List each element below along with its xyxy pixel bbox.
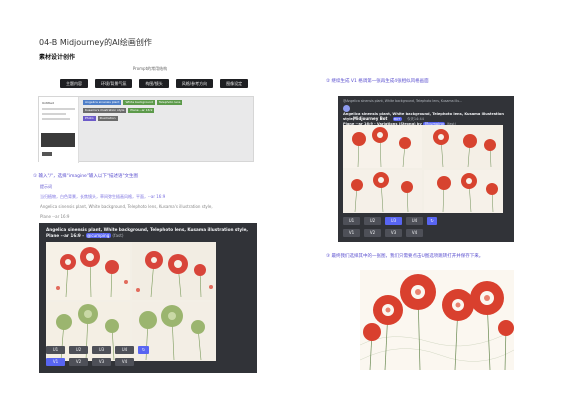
step-1-heading: ① 输入"/"，选择"imagine"输入以下"描述语"文生图 xyxy=(33,174,139,179)
variation-grid-illustration xyxy=(343,125,503,213)
upscale-button-u2[interactable]: U2 xyxy=(69,346,88,354)
chip-environment: 环境/背景气氛 xyxy=(95,79,133,88)
variation-button-v2[interactable]: V2 xyxy=(364,229,381,237)
upscale-button-u4[interactable]: U4 xyxy=(115,346,134,354)
chip-composition: 构图/镜头 xyxy=(139,79,169,88)
upscale-button-u4[interactable]: U4 xyxy=(406,217,423,225)
prompt-structure-chips: 主题内容 环境/背景气氛 构图/镜头 风格/参考方向 图像设定 xyxy=(60,79,249,88)
mini-tag[interactable]: Kusama's illustration style xyxy=(83,108,127,113)
variation-image-grid[interactable] xyxy=(343,125,503,213)
mini-sidebar-title: Untitled xyxy=(42,101,54,105)
document-page: 04-B Midjourney的AI绘画创作 素材设计创作 Prompt的常用结… xyxy=(0,0,580,406)
user-mention[interactable]: @cumping xyxy=(85,232,111,238)
prompt-english-2: Plane --ar 16:9 xyxy=(40,214,70,219)
mini-line xyxy=(42,108,75,110)
mini-tag[interactable]: Plane --ar 16:9 xyxy=(128,108,155,113)
step-3-heading: ③ 最终我们选择其中的一张图，我们只需要点击U图选项跳转打开并保存下来。 xyxy=(326,254,484,259)
chip-subject: 主题内容 xyxy=(60,79,88,88)
angelica-grid-illustration xyxy=(46,242,216,361)
mini-output-box xyxy=(41,133,75,147)
mini-tag[interactable]: Photo xyxy=(83,116,96,121)
variation-button-v4[interactable]: V4 xyxy=(406,229,423,237)
reroll-button[interactable]: ↻ xyxy=(427,217,437,225)
prompt-english-1: Angelica sinensis plant, White backgroun… xyxy=(40,204,213,209)
prompt-label: 提示词 xyxy=(40,184,52,189)
mini-tag[interactable]: White background xyxy=(123,100,155,105)
midjourney-variation-message: @Angelica sinensis plant, White backgrou… xyxy=(338,96,514,242)
upscale-button-u3[interactable]: U3 xyxy=(385,217,402,225)
prompt-text-block: 提示词 当归植物，白色背景，长焦镜头，草间弥生插画风格，平面，--ar 16:9… xyxy=(40,182,213,222)
variation-button-v3[interactable]: V3 xyxy=(92,358,111,366)
variation-button-v2[interactable]: V2 xyxy=(69,358,88,366)
variation-prompt-line-1: Angelica sinensis plant, White backgroun… xyxy=(343,112,504,121)
mini-tag[interactable]: Telephoto lens xyxy=(156,100,183,105)
upscale-button-u2[interactable]: U2 xyxy=(364,217,381,225)
page-title: 04-B Midjourney的AI绘画创作 xyxy=(39,38,152,47)
step-2-heading: ② 继续生成 V1 格调第一张再生成4张相似风格画面 xyxy=(326,79,429,84)
variation-button-v1[interactable]: V1 xyxy=(343,229,360,237)
mini-tag[interactable]: Angelica sinensis plant xyxy=(83,100,122,105)
variation-button-v3[interactable]: V3 xyxy=(385,229,402,237)
bot-avatar[interactable] xyxy=(343,105,350,112)
variation-button-v1[interactable]: V1 xyxy=(46,358,65,366)
upscale-button-u1[interactable]: U1 xyxy=(46,346,65,354)
mini-sidebar: Untitled xyxy=(39,97,79,163)
fast-mode-label: (fast) xyxy=(112,232,124,238)
mini-line xyxy=(42,118,70,120)
final-upscaled-image xyxy=(360,270,514,370)
prompt-tool-screenshot: Untitled Angelica sinensis plant White b… xyxy=(38,96,254,163)
midjourney-message-grid: Angelica sinensis plant, White backgroun… xyxy=(39,223,257,373)
mini-copy-button[interactable] xyxy=(42,152,52,156)
section-subtitle: 素材设计创作 xyxy=(39,54,76,61)
chip-style: 风格/参考方向 xyxy=(175,79,214,88)
final-angelica-illustration xyxy=(360,274,514,370)
upscale-button-u1[interactable]: U1 xyxy=(343,217,360,225)
mini-tag-area: Angelica sinensis plant White background… xyxy=(83,100,253,124)
message-prompt-line-2: Plane --ar 16:9 - xyxy=(46,232,85,238)
variation-button-v4[interactable]: V4 xyxy=(115,358,134,366)
mini-tag[interactable]: Illustration xyxy=(97,116,118,121)
prompt-structure-caption: Prompt的常用结构 xyxy=(132,66,168,71)
upscale-button-u3[interactable]: U3 xyxy=(92,346,111,354)
mini-line xyxy=(42,113,66,115)
prompt-chinese: 当归植物，白色背景，长焦镜头，草间弥生插画风格，平面，--ar 16:9 xyxy=(40,194,166,199)
generated-image-grid[interactable] xyxy=(46,242,216,361)
chip-image-settings: 图像设定 xyxy=(220,79,249,88)
reroll-button[interactable]: ↻ xyxy=(138,346,149,354)
reply-reference[interactable]: @Angelica sinensis plant, White backgrou… xyxy=(343,99,511,103)
message-prompt: Angelica sinensis plant, White backgroun… xyxy=(46,227,251,238)
